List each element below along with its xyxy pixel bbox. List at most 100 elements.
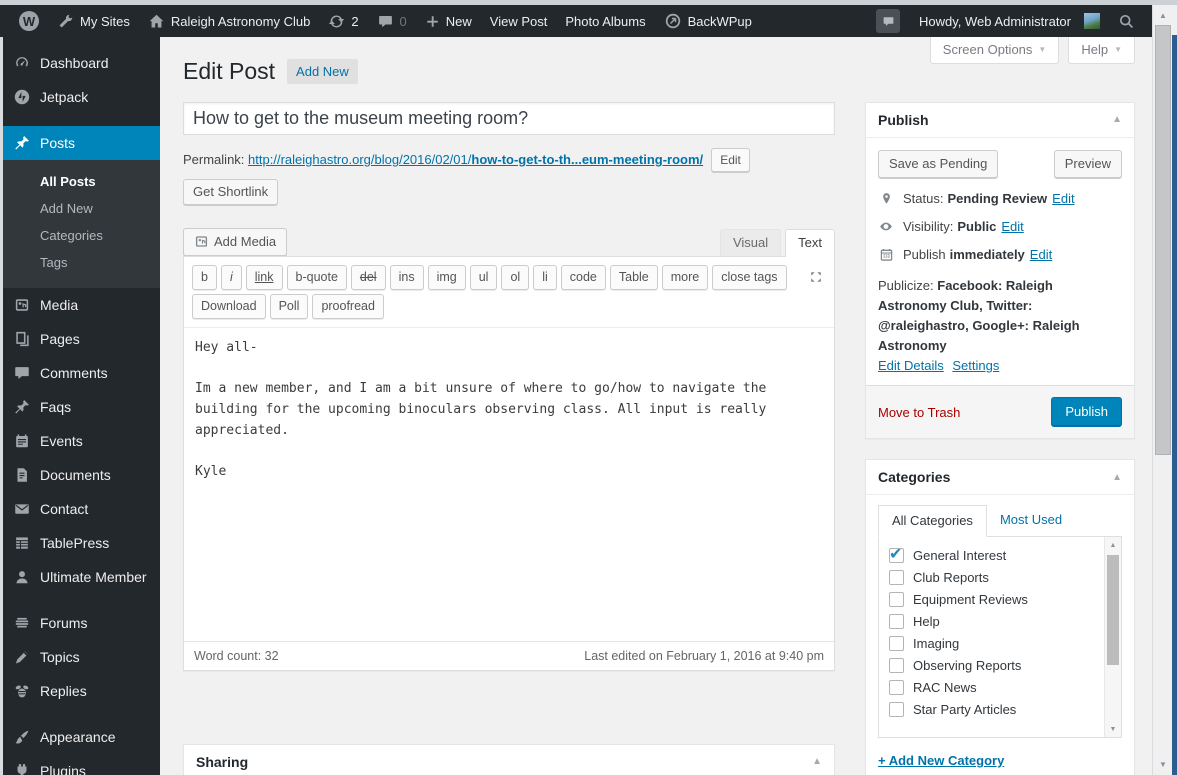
post-title-input[interactable]: How to get to the museum meeting room?	[183, 101, 835, 135]
sidebar-item-tags[interactable]: Tags	[3, 249, 160, 276]
tab-text[interactable]: Text	[785, 228, 835, 257]
scroll-down-icon[interactable]: ▼	[1153, 756, 1173, 773]
sharing-header[interactable]: Sharing ▲	[184, 745, 834, 775]
sidebar-item-topics[interactable]: Topics	[3, 640, 160, 674]
qt-ins-button[interactable]: ins	[389, 264, 424, 290]
adminbar-backwpup[interactable]: BackWPup	[655, 5, 761, 37]
publish-button[interactable]: Publish	[1051, 397, 1122, 428]
qt-table-button[interactable]: Table	[609, 264, 658, 290]
sidebar-item-appearance[interactable]: Appearance	[3, 720, 160, 754]
collapse-icon[interactable]: ▲	[812, 756, 822, 767]
adminbar-site-name[interactable]: Raleigh Astronomy Club	[139, 5, 319, 37]
adminbar-wordpress-logo[interactable]: W	[10, 5, 48, 37]
qt-blockquote-button[interactable]: b-quote	[286, 264, 347, 290]
qt-li-button[interactable]: li	[533, 264, 557, 290]
chevron-down-icon: ▼	[1038, 45, 1047, 54]
sidebar-item-add-new[interactable]: Add New	[3, 195, 160, 222]
checkbox-icon[interactable]	[889, 636, 904, 652]
tab-visual[interactable]: Visual	[719, 228, 782, 256]
qt-proofread-button[interactable]: proofread	[312, 293, 384, 319]
sidebar-item-plugins[interactable]: Plugins	[3, 754, 160, 775]
sidebar-item-contact[interactable]: Contact	[3, 492, 160, 526]
sidebar-item-documents[interactable]: Documents	[3, 458, 160, 492]
sidebar-item-dashboard[interactable]: Dashboard	[3, 46, 160, 80]
collapse-icon[interactable]: ▲	[1112, 472, 1122, 483]
post-content-textarea[interactable]: Hey all- Im a new member, and I am a bit…	[184, 328, 834, 641]
screen-options-button[interactable]: Screen Options ▼	[929, 37, 1060, 64]
adminbar-my-sites[interactable]: My Sites	[48, 5, 139, 37]
checkbox-icon[interactable]	[889, 658, 904, 674]
scrollbar-thumb[interactable]	[1107, 555, 1119, 666]
tab-all-categories[interactable]: All Categories	[878, 505, 987, 538]
qt-bold-button[interactable]: b	[192, 264, 217, 290]
sidebar-item-pages[interactable]: Pages	[3, 322, 160, 356]
sidebar-item-posts[interactable]: Posts	[3, 126, 160, 160]
checkbox-icon[interactable]	[889, 570, 904, 586]
adminbar-new[interactable]: New	[416, 5, 481, 37]
get-shortlink-button[interactable]: Get Shortlink	[183, 178, 279, 205]
sidebar-item-categories[interactable]: Categories	[3, 222, 160, 249]
view-post-label: View Post	[489, 13, 548, 29]
help-button[interactable]: Help ▼	[1068, 37, 1135, 64]
save-as-pending-button[interactable]: Save as Pending	[878, 149, 999, 178]
sidebar-item-all-posts[interactable]: All Posts	[3, 168, 160, 195]
sidebar-item-comments[interactable]: Comments	[3, 356, 160, 390]
category-list-scrollbar[interactable]: ▲ ▼	[1104, 537, 1121, 738]
sidebar-item-replies[interactable]: Replies	[3, 674, 160, 708]
sidebar-label-dashboard: Dashboard	[40, 55, 109, 71]
preview-button[interactable]: Preview	[1053, 149, 1122, 178]
page-scrollbar[interactable]: ▲ ▼	[1152, 5, 1173, 775]
add-new-category-link[interactable]: + Add New Category	[878, 753, 1004, 768]
checkbox-icon[interactable]	[889, 702, 904, 718]
checkbox-icon[interactable]	[889, 614, 904, 630]
edit-status-link[interactable]: Edit	[1052, 191, 1074, 206]
qt-ol-button[interactable]: ol	[501, 264, 530, 290]
adminbar-howdy[interactable]: Howdy, Web Administrator	[910, 5, 1109, 37]
edit-details-link[interactable]: Edit Details	[878, 358, 944, 373]
edit-permalink-button[interactable]: Edit	[711, 147, 750, 172]
adminbar-view-post[interactable]: View Post	[481, 5, 557, 37]
checkbox-icon[interactable]	[889, 680, 904, 696]
scrollbar-thumb[interactable]	[1155, 25, 1171, 455]
checkbox-icon[interactable]	[889, 592, 904, 608]
scroll-up-icon[interactable]: ▲	[1105, 537, 1121, 553]
sidebar-item-jetpack[interactable]: Jetpack	[3, 80, 160, 114]
add-media-button[interactable]: Add Media	[183, 227, 288, 256]
sidebar-item-media[interactable]: Media	[3, 288, 160, 322]
qt-ul-button[interactable]: ul	[469, 264, 498, 290]
qt-link-button[interactable]: link	[245, 264, 283, 290]
qt-download-button[interactable]: Download	[192, 293, 266, 319]
permalink-link[interactable]: http://raleighastro.org/blog/2016/02/01/…	[248, 152, 703, 167]
move-to-trash-link[interactable]: Move to Trash	[878, 405, 960, 420]
visibility-row: Visibility: Public Edit	[878, 219, 1122, 234]
collapse-icon[interactable]: ▲	[1112, 114, 1122, 125]
adminbar-photo-albums[interactable]: Photo Albums	[556, 5, 654, 37]
adminbar-comments[interactable]: 0	[368, 5, 416, 37]
adminbar-search[interactable]	[1109, 5, 1144, 37]
add-new-post-button[interactable]: Add New	[287, 59, 358, 85]
fullscreen-icon[interactable]	[808, 269, 826, 285]
qt-del-button[interactable]: del	[350, 264, 386, 290]
categories-header[interactable]: Categories ▲	[866, 460, 1134, 496]
qt-close-tags-button[interactable]: close tags	[712, 264, 787, 290]
sidebar-item-events[interactable]: Events	[3, 424, 160, 458]
checkbox-checked-icon[interactable]	[889, 544, 904, 564]
qt-poll-button[interactable]: Poll	[269, 293, 309, 319]
scroll-up-icon[interactable]: ▲	[1153, 7, 1173, 24]
settings-link[interactable]: Settings	[952, 358, 999, 373]
tab-most-used[interactable]: Most Used	[987, 505, 1075, 536]
scroll-down-icon[interactable]: ▼	[1105, 721, 1121, 737]
qt-italic-button[interactable]: i	[220, 264, 242, 290]
feedback-bubble-icon[interactable]	[876, 9, 901, 33]
sidebar-item-forums[interactable]: Forums	[3, 606, 160, 640]
sidebar-item-faqs[interactable]: Faqs	[3, 390, 160, 424]
publish-header[interactable]: Publish ▲	[866, 103, 1134, 138]
sidebar-item-tablepress[interactable]: TablePress	[3, 526, 160, 560]
edit-visibility-link[interactable]: Edit	[1001, 219, 1023, 234]
qt-more-button[interactable]: more	[661, 264, 709, 290]
edit-schedule-link[interactable]: Edit	[1030, 247, 1052, 262]
adminbar-updates[interactable]: 2	[319, 5, 367, 37]
qt-img-button[interactable]: img	[427, 264, 466, 290]
qt-code-button[interactable]: code	[560, 264, 606, 290]
sidebar-item-ultimate-member[interactable]: Ultimate Member	[3, 560, 160, 594]
